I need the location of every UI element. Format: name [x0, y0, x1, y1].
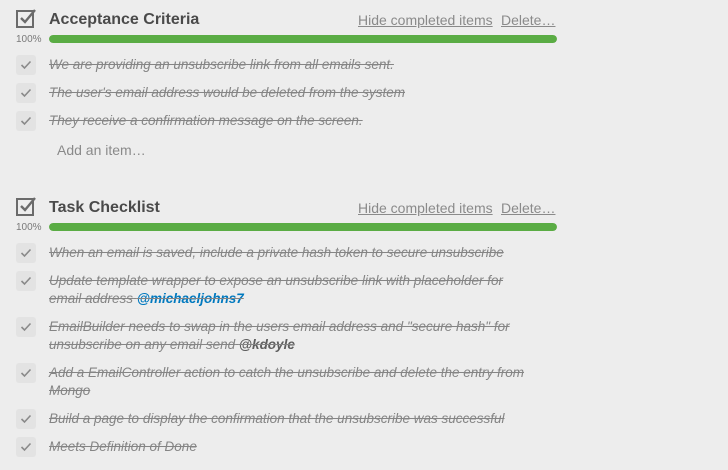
item-checkbox[interactable]: [16, 111, 36, 131]
user-mention: @kdoyle: [238, 337, 295, 352]
item-checkbox[interactable]: [16, 437, 36, 457]
checkmark-icon: [20, 414, 32, 424]
delete-checklist-link[interactable]: Delete…: [501, 12, 555, 28]
add-item-button[interactable]: Add an item…: [57, 136, 570, 166]
item-text[interactable]: EmailBuilder needs to swap in the users …: [49, 314, 539, 354]
item-checkbox[interactable]: [16, 317, 36, 337]
delete-checklist-link[interactable]: Delete…: [501, 200, 555, 216]
checklist-item: Meets Definition of Done: [0, 434, 570, 462]
item-checkbox[interactable]: [16, 55, 36, 75]
item-text[interactable]: Meets Definition of Done: [49, 434, 539, 456]
item-text[interactable]: They receive a confirmation message on t…: [49, 108, 539, 130]
item-checkbox[interactable]: [16, 363, 36, 383]
item-checkbox[interactable]: [16, 243, 36, 263]
progress-bar: [49, 35, 557, 43]
item-text-body: Update template wrapper to expose an uns…: [49, 273, 504, 306]
checklist-title: Task Checklist: [49, 199, 160, 216]
progress-bar: [49, 223, 557, 231]
checklist-item: Build a page to display the confirmation…: [0, 406, 570, 434]
checklist-header: Acceptance Criteria Hide completed items…: [0, 0, 570, 30]
checklist-item: They receive a confirmation message on t…: [0, 108, 570, 136]
item-text[interactable]: Add a EmailController action to catch th…: [49, 360, 539, 400]
checkmark-icon: [20, 368, 32, 378]
checklist-acceptance-criteria: Acceptance Criteria Hide completed items…: [0, 0, 570, 166]
progress-percent: 100%: [16, 222, 42, 233]
checkmark-icon: [20, 88, 32, 98]
item-checkbox[interactable]: [16, 409, 36, 429]
checklist-icon: [16, 197, 36, 216]
progress-percent: 100%: [16, 34, 42, 45]
user-mention-link[interactable]: @michaeljohns7: [137, 291, 244, 306]
checkmark-icon: [20, 60, 32, 70]
hide-completed-items-link[interactable]: Hide completed items: [358, 12, 493, 28]
checklist-item: EmailBuilder needs to swap in the users …: [0, 314, 570, 360]
checklist-progress: 100%: [0, 30, 570, 48]
hide-completed-items-link[interactable]: Hide completed items: [358, 200, 493, 216]
item-text[interactable]: We are providing an unsubscribe link fro…: [49, 52, 539, 74]
checklist-header: Task Checklist Hide completed items Dele…: [0, 188, 570, 218]
checkmark-icon: [20, 248, 32, 258]
checklist-title: Acceptance Criteria: [49, 11, 200, 28]
item-text[interactable]: Update template wrapper to expose an uns…: [49, 268, 539, 308]
checklist-item: When an email is saved, include a privat…: [0, 240, 570, 268]
item-text[interactable]: Build a page to display the confirmation…: [49, 406, 539, 428]
checklist-progress: 100%: [0, 218, 570, 236]
item-text[interactable]: The user's email address would be delete…: [49, 80, 539, 102]
item-checkbox[interactable]: [16, 83, 36, 103]
item-text[interactable]: When an email is saved, include a privat…: [49, 240, 539, 262]
checklist-task-checklist: Task Checklist Hide completed items Dele…: [0, 188, 570, 462]
checklist-item: Update template wrapper to expose an uns…: [0, 268, 570, 314]
checklist-item: We are providing an unsubscribe link fro…: [0, 52, 570, 80]
checkmark-icon: [20, 322, 32, 332]
checklist-icon: [16, 9, 36, 28]
checkmark-icon: [20, 276, 32, 286]
checkmark-icon: [20, 442, 32, 452]
progress-bar-fill: [49, 35, 557, 43]
checklist-item: Add a EmailController action to catch th…: [0, 360, 570, 406]
item-checkbox[interactable]: [16, 271, 36, 291]
checkmark-icon: [20, 116, 32, 126]
checklist-item: The user's email address would be delete…: [0, 80, 570, 108]
progress-bar-fill: [49, 223, 557, 231]
